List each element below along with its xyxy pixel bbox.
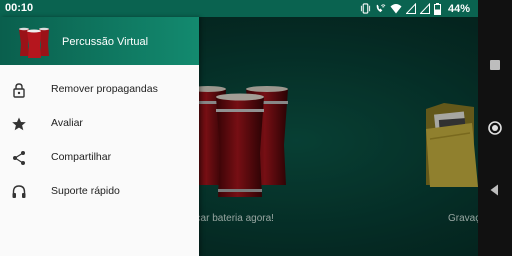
signal-icon [419, 3, 430, 14]
status-bar: 00:10 44% [0, 0, 478, 17]
menu-item-label: Remover propagandas [51, 83, 158, 95]
menu-item-quick-support[interactable]: Suporte rápido [0, 175, 199, 209]
share-icon [13, 151, 25, 165]
wifi-call-icon [376, 4, 386, 13]
app-screen: ocar bateria agora! Gravaç 00:10 44% Per… [0, 0, 478, 256]
back-button[interactable] [487, 183, 503, 197]
status-time: 00:10 [5, 2, 34, 14]
star-icon [12, 117, 26, 131]
headset-icon [12, 185, 26, 198]
system-nav-bar [478, 0, 512, 256]
menu-item-rate[interactable]: Avaliar [0, 107, 199, 141]
recents-button[interactable] [487, 58, 503, 72]
wifi-icon [390, 4, 402, 14]
signal-icon [405, 3, 416, 14]
drawer-header: Percussão Virtual [0, 17, 199, 65]
status-icons: 44% [360, 1, 470, 16]
app-logo-icon [19, 27, 49, 58]
drawer-app-title: Percussão Virtual [62, 36, 149, 48]
lock-icon [13, 83, 25, 98]
menu-item-label: Compartilhar [51, 151, 112, 163]
menu-item-remove-ads[interactable]: Remover propagandas [0, 73, 199, 107]
navigation-drawer: Percussão Virtual Remover propagandas Av… [0, 17, 199, 256]
vibrate-icon [360, 3, 371, 14]
battery-icon [433, 2, 441, 15]
home-button[interactable] [487, 120, 503, 136]
menu-item-share[interactable]: Compartilhar [0, 141, 199, 175]
menu-item-label: Suporte rápido [51, 185, 120, 197]
battery-percent: 44% [447, 2, 470, 15]
menu-item-label: Avaliar [51, 117, 83, 129]
